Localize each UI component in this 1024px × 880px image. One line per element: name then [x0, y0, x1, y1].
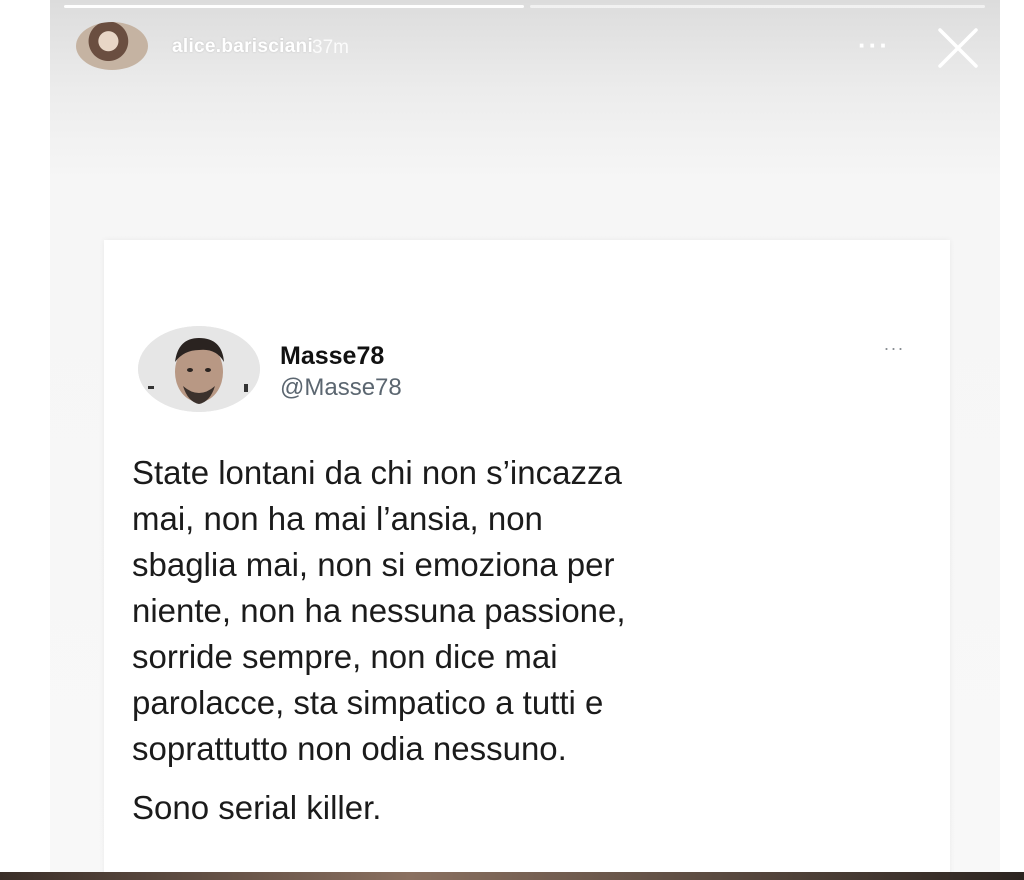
tweet-more-options-icon[interactable]: ··· [874, 338, 914, 358]
close-icon-glyph [938, 28, 978, 68]
tweet-author-name[interactable]: Masse78 [280, 342, 384, 371]
story-viewer: alice.barisciani 37m ··· Masse78 @Masse7… [0, 0, 1024, 880]
story-more-options-icon[interactable]: ··· [852, 30, 896, 60]
tweet-closing-line: Sono serial killer. [132, 789, 382, 826]
story-progress-bar-2 [530, 5, 985, 8]
story-timestamp: 37m [312, 37, 349, 58]
tweet-body: State lontani da chi non s’incazza mai, … [132, 454, 626, 767]
story-progress-bar-1 [64, 5, 524, 8]
tweet-card: Masse78 @Masse78 ··· State lontani da ch… [104, 240, 950, 880]
tweet-author-avatar[interactable] [138, 326, 260, 412]
close-icon[interactable] [934, 24, 982, 72]
person-avatar-icon [138, 326, 260, 412]
story-frame[interactable]: alice.barisciani 37m ··· Masse78 @Masse7… [50, 0, 1000, 880]
story-user-avatar[interactable] [76, 22, 148, 70]
story-username[interactable]: alice.barisciani [172, 36, 313, 58]
bottom-photo-strip [0, 872, 1024, 880]
tweet-author-handle[interactable]: @Masse78 [280, 374, 402, 402]
